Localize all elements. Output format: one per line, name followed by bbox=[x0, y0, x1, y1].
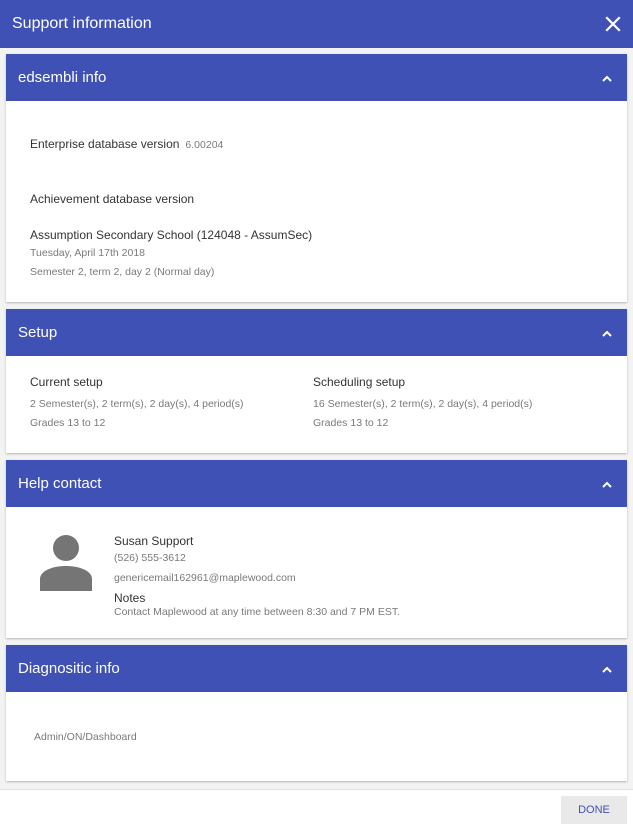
setup-title: Setup bbox=[18, 324, 58, 341]
edsembli-info-title: edsembli info bbox=[18, 69, 107, 86]
dialog-header: Support information bbox=[0, 0, 633, 48]
chevron-up-icon[interactable] bbox=[601, 478, 613, 490]
scheduling-setup-label: Scheduling setup bbox=[313, 375, 406, 389]
help-contact-panel: Help contact Susan Support (526) 555-361… bbox=[6, 460, 627, 638]
contact-name: Susan Support bbox=[114, 534, 194, 548]
chevron-up-icon[interactable] bbox=[601, 663, 613, 675]
diagnostic-info-panel: Diagnositic info Admin/ON/Dashboard bbox=[6, 645, 627, 781]
help-contact-header[interactable]: Help contact bbox=[6, 460, 627, 507]
setup-panel: Setup Current setup 2 Semester(s), 2 ter… bbox=[6, 309, 627, 453]
help-contact-title: Help contact bbox=[18, 475, 102, 492]
semester-info: Semester 2, term 2, day 2 (Normal day) bbox=[30, 266, 215, 278]
diagnostic-path: Admin/ON/Dashboard bbox=[34, 731, 137, 743]
current-setup-label: Current setup bbox=[30, 375, 103, 389]
scheduling-setup-grades: Grades 13 to 12 bbox=[313, 417, 389, 429]
dialog-content: edsembli info Enterprise database versio… bbox=[0, 48, 633, 789]
contact-phone: (526) 555-3612 bbox=[114, 552, 186, 564]
school-name: Assumption Secondary School (124048 - As… bbox=[30, 228, 313, 242]
chevron-up-icon[interactable] bbox=[601, 72, 613, 84]
close-icon[interactable] bbox=[601, 12, 625, 36]
person-icon bbox=[38, 535, 94, 591]
edsembli-info-panel: edsembli info Enterprise database versio… bbox=[6, 54, 627, 302]
contact-notes: Contact Maplewood at any time between 8:… bbox=[114, 606, 400, 618]
done-button[interactable]: DONE bbox=[561, 796, 627, 824]
enterprise-version-label: Enterprise database version bbox=[30, 137, 180, 151]
current-date: Tuesday, April 17th 2018 bbox=[30, 247, 145, 259]
edsembli-info-header[interactable]: edsembli info bbox=[6, 54, 627, 101]
current-setup-detail: 2 Semester(s), 2 term(s), 2 day(s), 4 pe… bbox=[30, 398, 244, 410]
diagnostic-info-header[interactable]: Diagnositic info bbox=[6, 645, 627, 692]
scheduling-setup-detail: 16 Semester(s), 2 term(s), 2 day(s), 4 p… bbox=[313, 398, 533, 410]
contact-email: genericemail162961@maplewood.com bbox=[114, 572, 296, 584]
contact-notes-label: Notes bbox=[114, 591, 146, 605]
achievement-version-label: Achievement database version bbox=[30, 192, 195, 206]
dialog-footer: DONE bbox=[0, 789, 633, 830]
chevron-up-icon[interactable] bbox=[601, 327, 613, 339]
current-setup-grades: Grades 13 to 12 bbox=[30, 417, 106, 429]
setup-header[interactable]: Setup bbox=[6, 309, 627, 356]
enterprise-version-value: 6.00204 bbox=[185, 139, 224, 151]
enterprise-version-row: Enterprise database version 6.00204 bbox=[30, 137, 223, 151]
diagnostic-info-title: Diagnositic info bbox=[18, 660, 120, 677]
dialog-title: Support information bbox=[12, 15, 152, 32]
